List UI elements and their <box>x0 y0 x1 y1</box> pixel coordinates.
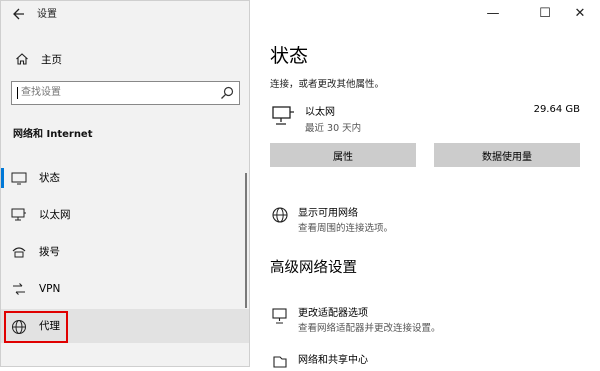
sharing-center-icon <box>271 353 289 371</box>
status-icon <box>11 171 27 185</box>
nav-item-vpn[interactable]: VPN <box>1 272 249 306</box>
back-arrow-icon[interactable] <box>11 7 29 25</box>
adapter-options-link[interactable]: 更改适配器选项 <box>298 304 368 319</box>
search-input[interactable]: 查找设置 <box>11 81 240 105</box>
network-last-used: 最近 30 天内 <box>305 123 362 134</box>
show-networks-link[interactable]: 显示可用网络 <box>298 204 358 219</box>
dialup-icon <box>11 245 27 259</box>
data-usage-button[interactable]: 数据使用量 <box>434 143 580 167</box>
nav-item-ethernet[interactable]: 以太网 <box>1 198 249 232</box>
home-link[interactable]: 主页 <box>15 51 62 67</box>
page-description: 连接，或者更改其他属性。 <box>270 79 385 90</box>
section-title: 网络和 Internet <box>13 129 93 140</box>
show-networks-subtitle: 查看周围的连接选项。 <box>298 223 394 234</box>
nav-label: 以太网 <box>39 209 71 221</box>
close-button[interactable]: ✕ <box>563 2 597 24</box>
adapter-icon <box>271 307 289 325</box>
nav-item-status[interactable]: 状态 <box>1 161 249 195</box>
nav-label: 状态 <box>39 172 60 184</box>
sharing-center-link[interactable]: 网络和共享中心 <box>298 351 368 366</box>
maximize-button[interactable]: ☐ <box>528 2 562 24</box>
nav-item-dialup[interactable]: 拨号 <box>1 235 249 269</box>
nav-label: VPN <box>39 283 61 295</box>
vpn-icon <box>11 282 27 296</box>
adapter-options-subtitle: 查看网络适配器并更改连接设置。 <box>298 323 441 334</box>
advanced-settings-heading: 高级网络设置 <box>270 260 357 276</box>
home-label: 主页 <box>41 53 62 66</box>
ethernet-network-icon <box>271 105 295 127</box>
search-placeholder: 查找设置 <box>21 87 61 98</box>
text-cursor <box>17 87 18 99</box>
network-name: 以太网 <box>305 107 335 118</box>
show-networks-icon <box>271 206 289 224</box>
sidebar-scrollbar[interactable] <box>245 173 247 308</box>
highlight-annotation <box>4 311 68 343</box>
network-data-usage: 29.64 GB <box>533 104 580 115</box>
home-icon <box>15 52 29 66</box>
minimize-button[interactable]: — <box>476 2 510 24</box>
sidebar: 设置 主页 查找设置 网络和 Internet 状态 以太网 拨号 VPN 代理 <box>0 0 250 367</box>
search-icon[interactable] <box>219 85 235 101</box>
nav-label: 拨号 <box>39 246 60 258</box>
page-title: 状态 <box>270 45 309 67</box>
ethernet-icon <box>11 208 27 222</box>
properties-button[interactable]: 属性 <box>270 143 416 167</box>
app-title: 设置 <box>37 9 57 20</box>
